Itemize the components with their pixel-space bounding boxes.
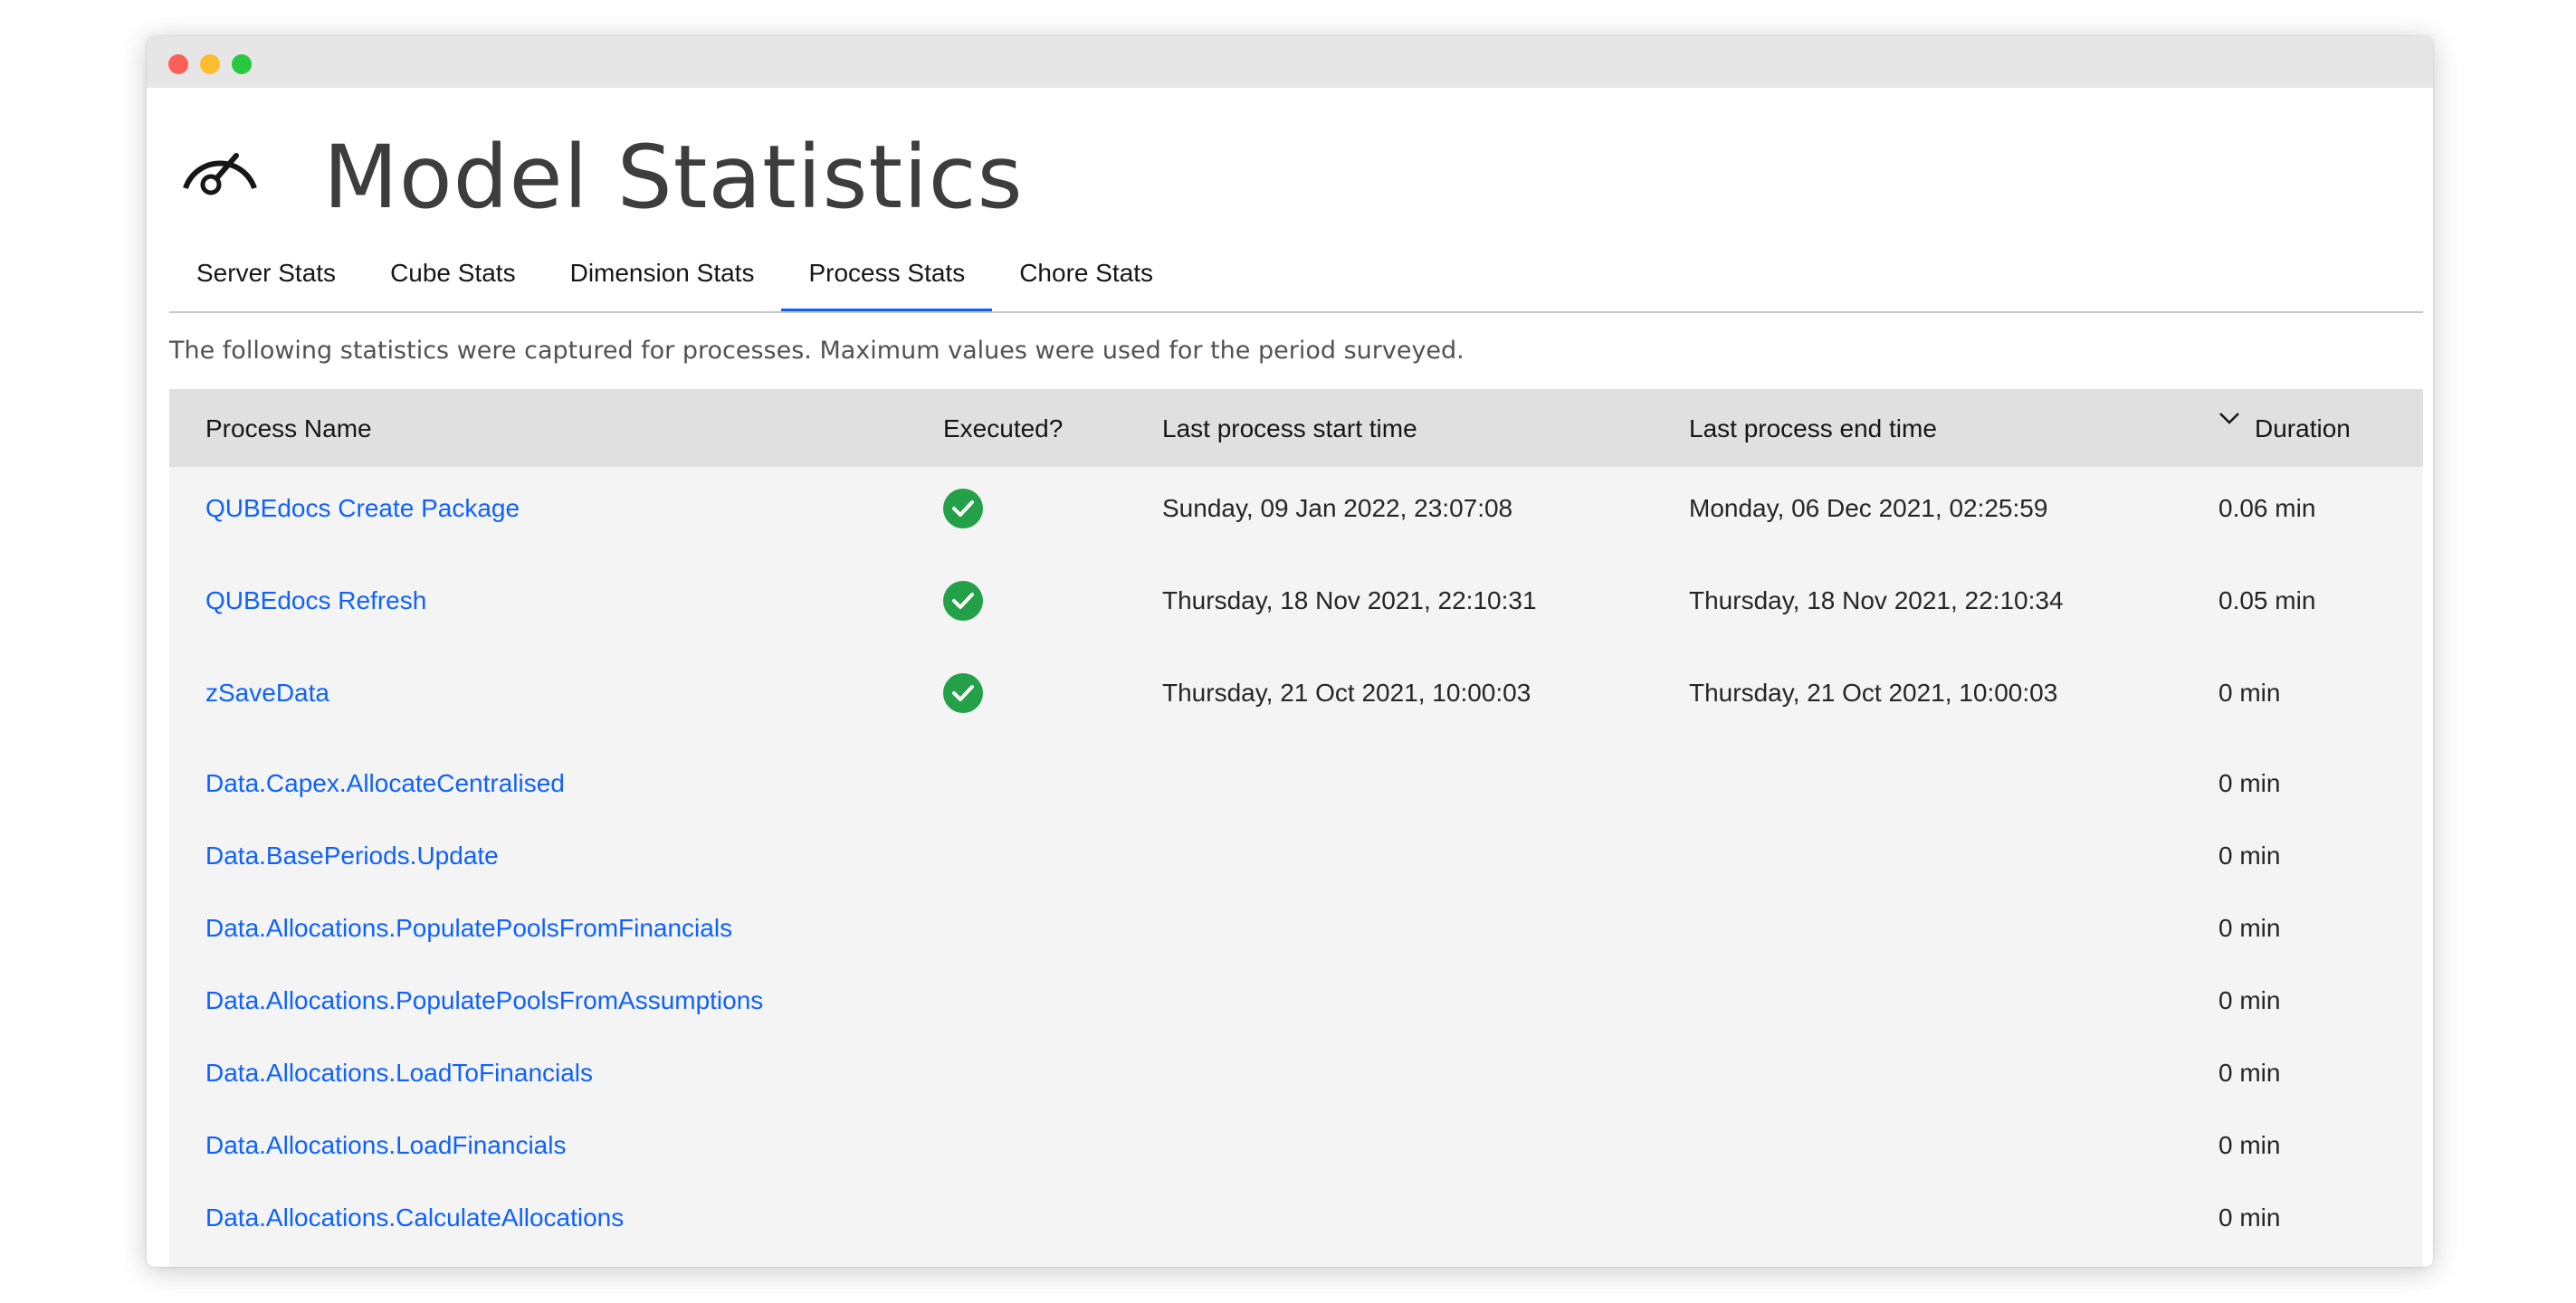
column-header-duration[interactable]: Duration	[2255, 414, 2351, 443]
table-row: Data.Capex.AllocateCentralised 0 min	[169, 769, 2423, 823]
start-time-cell: Sunday, 09 Jan 2022, 23:07:08	[1162, 494, 1513, 522]
minimize-window-button[interactable]	[200, 54, 220, 74]
end-time-cell: Thursday, 21 Oct 2021, 10:00:03	[1689, 679, 2058, 707]
duration-cell: 0.06 min	[2218, 494, 2316, 522]
process-name-link[interactable]: Data.Allocations.PopulatePoolsFromFinanc…	[205, 914, 732, 943]
process-name-link[interactable]: Data.Allocations.LoadToFinancials	[205, 1059, 593, 1088]
close-window-button[interactable]	[168, 54, 188, 74]
table-row: Data.Allocations.LoadFinancials 0 min	[169, 1131, 2423, 1185]
table-row: Data.Allocations.CalculateAllocations 0 m…	[169, 1203, 2423, 1258]
tab-process-stats[interactable]: Process Stats	[781, 243, 993, 311]
start-time-cell: Thursday, 18 Nov 2021, 22:10:31	[1162, 586, 1537, 614]
duration-cell: 0 min	[2218, 769, 2281, 797]
maximize-window-button[interactable]	[232, 54, 252, 74]
process-name-link[interactable]: Data.BasePeriods.Update	[205, 842, 499, 870]
page-header: Model Statistics	[171, 100, 2425, 244]
duration-cell: 0 min	[2218, 914, 2281, 942]
column-header-process-name[interactable]: Process Name	[205, 414, 372, 443]
process-stats-table: Process Name Executed? Last process star…	[169, 389, 2423, 1267]
process-name-link[interactable]: QUBEdocs Create Package	[205, 494, 520, 523]
check-circle-icon	[943, 489, 983, 528]
tab-dimension-stats[interactable]: Dimension Stats	[543, 243, 782, 311]
column-header-end-time[interactable]: Last process end time	[1689, 414, 1937, 443]
duration-cell: 0 min	[2218, 679, 2281, 707]
title-bar	[147, 36, 2433, 88]
tab-server-stats[interactable]: Server Stats	[169, 243, 363, 311]
table-header: Process Name Executed? Last process star…	[169, 389, 2423, 467]
tab-chore-stats[interactable]: Chore Stats	[992, 243, 1180, 311]
column-header-start-time[interactable]: Last process start time	[1162, 414, 1417, 443]
process-name-link[interactable]: Data.Allocations.PopulatePoolsFromAssump…	[205, 986, 763, 1015]
duration-cell: 0 min	[2218, 986, 2281, 1014]
duration-cell: 0.05 min	[2218, 586, 2316, 614]
duration-cell: 0 min	[2218, 1059, 2281, 1087]
process-name-link[interactable]: Data.Capex.AllocateCentralised	[205, 769, 565, 798]
duration-cell: 0 min	[2218, 1203, 2281, 1232]
gauge-icon	[183, 153, 257, 195]
table-row: QUBEdocs Refresh Thursday, 18 Nov 2021, 2…	[169, 581, 2423, 641]
duration-cell: 0 min	[2218, 842, 2281, 870]
process-name-link[interactable]: Data.Allocations.LoadFinancials	[205, 1131, 566, 1160]
table-row: QUBEdocs Create Package Sunday, 09 Jan 20…	[169, 489, 2423, 548]
table-row: Data.Allocations.LoadToFinancials 0 min	[169, 1059, 2423, 1113]
table-row: Data.Allocations.PopulatePoolsFromAssump…	[169, 986, 2423, 1041]
check-circle-icon	[943, 581, 983, 621]
column-header-executed[interactable]: Executed?	[943, 414, 1063, 443]
check-circle-icon	[943, 673, 983, 713]
start-time-cell: Thursday, 21 Oct 2021, 10:00:03	[1162, 679, 1531, 707]
end-time-cell: Thursday, 18 Nov 2021, 22:10:34	[1689, 586, 2064, 614]
table-row: Data.BasePeriods.Update 0 min	[169, 842, 2423, 896]
tab-bar: Server Stats Cube Stats Dimension Stats …	[169, 243, 2423, 313]
page-title: Model Statistics	[323, 127, 1024, 228]
chevron-down-icon[interactable]	[2218, 411, 2240, 427]
end-time-cell: Monday, 06 Dec 2021, 02:25:59	[1689, 494, 2048, 522]
description-text: The following statistics were captured f…	[169, 337, 1465, 365]
process-name-link[interactable]: zSaveData	[205, 679, 329, 708]
tab-cube-stats[interactable]: Cube Stats	[363, 243, 543, 311]
table-row: Data.Allocations.PopulatePoolsFromFinanc…	[169, 914, 2423, 968]
process-name-link[interactable]: Data.Allocations.CalculateAllocations	[205, 1203, 624, 1232]
duration-cell: 0 min	[2218, 1131, 2281, 1159]
table-row: zSaveData Thursday, 21 Oct 2021, 10:00:03…	[169, 673, 2423, 733]
process-name-link[interactable]: QUBEdocs Refresh	[205, 586, 426, 615]
